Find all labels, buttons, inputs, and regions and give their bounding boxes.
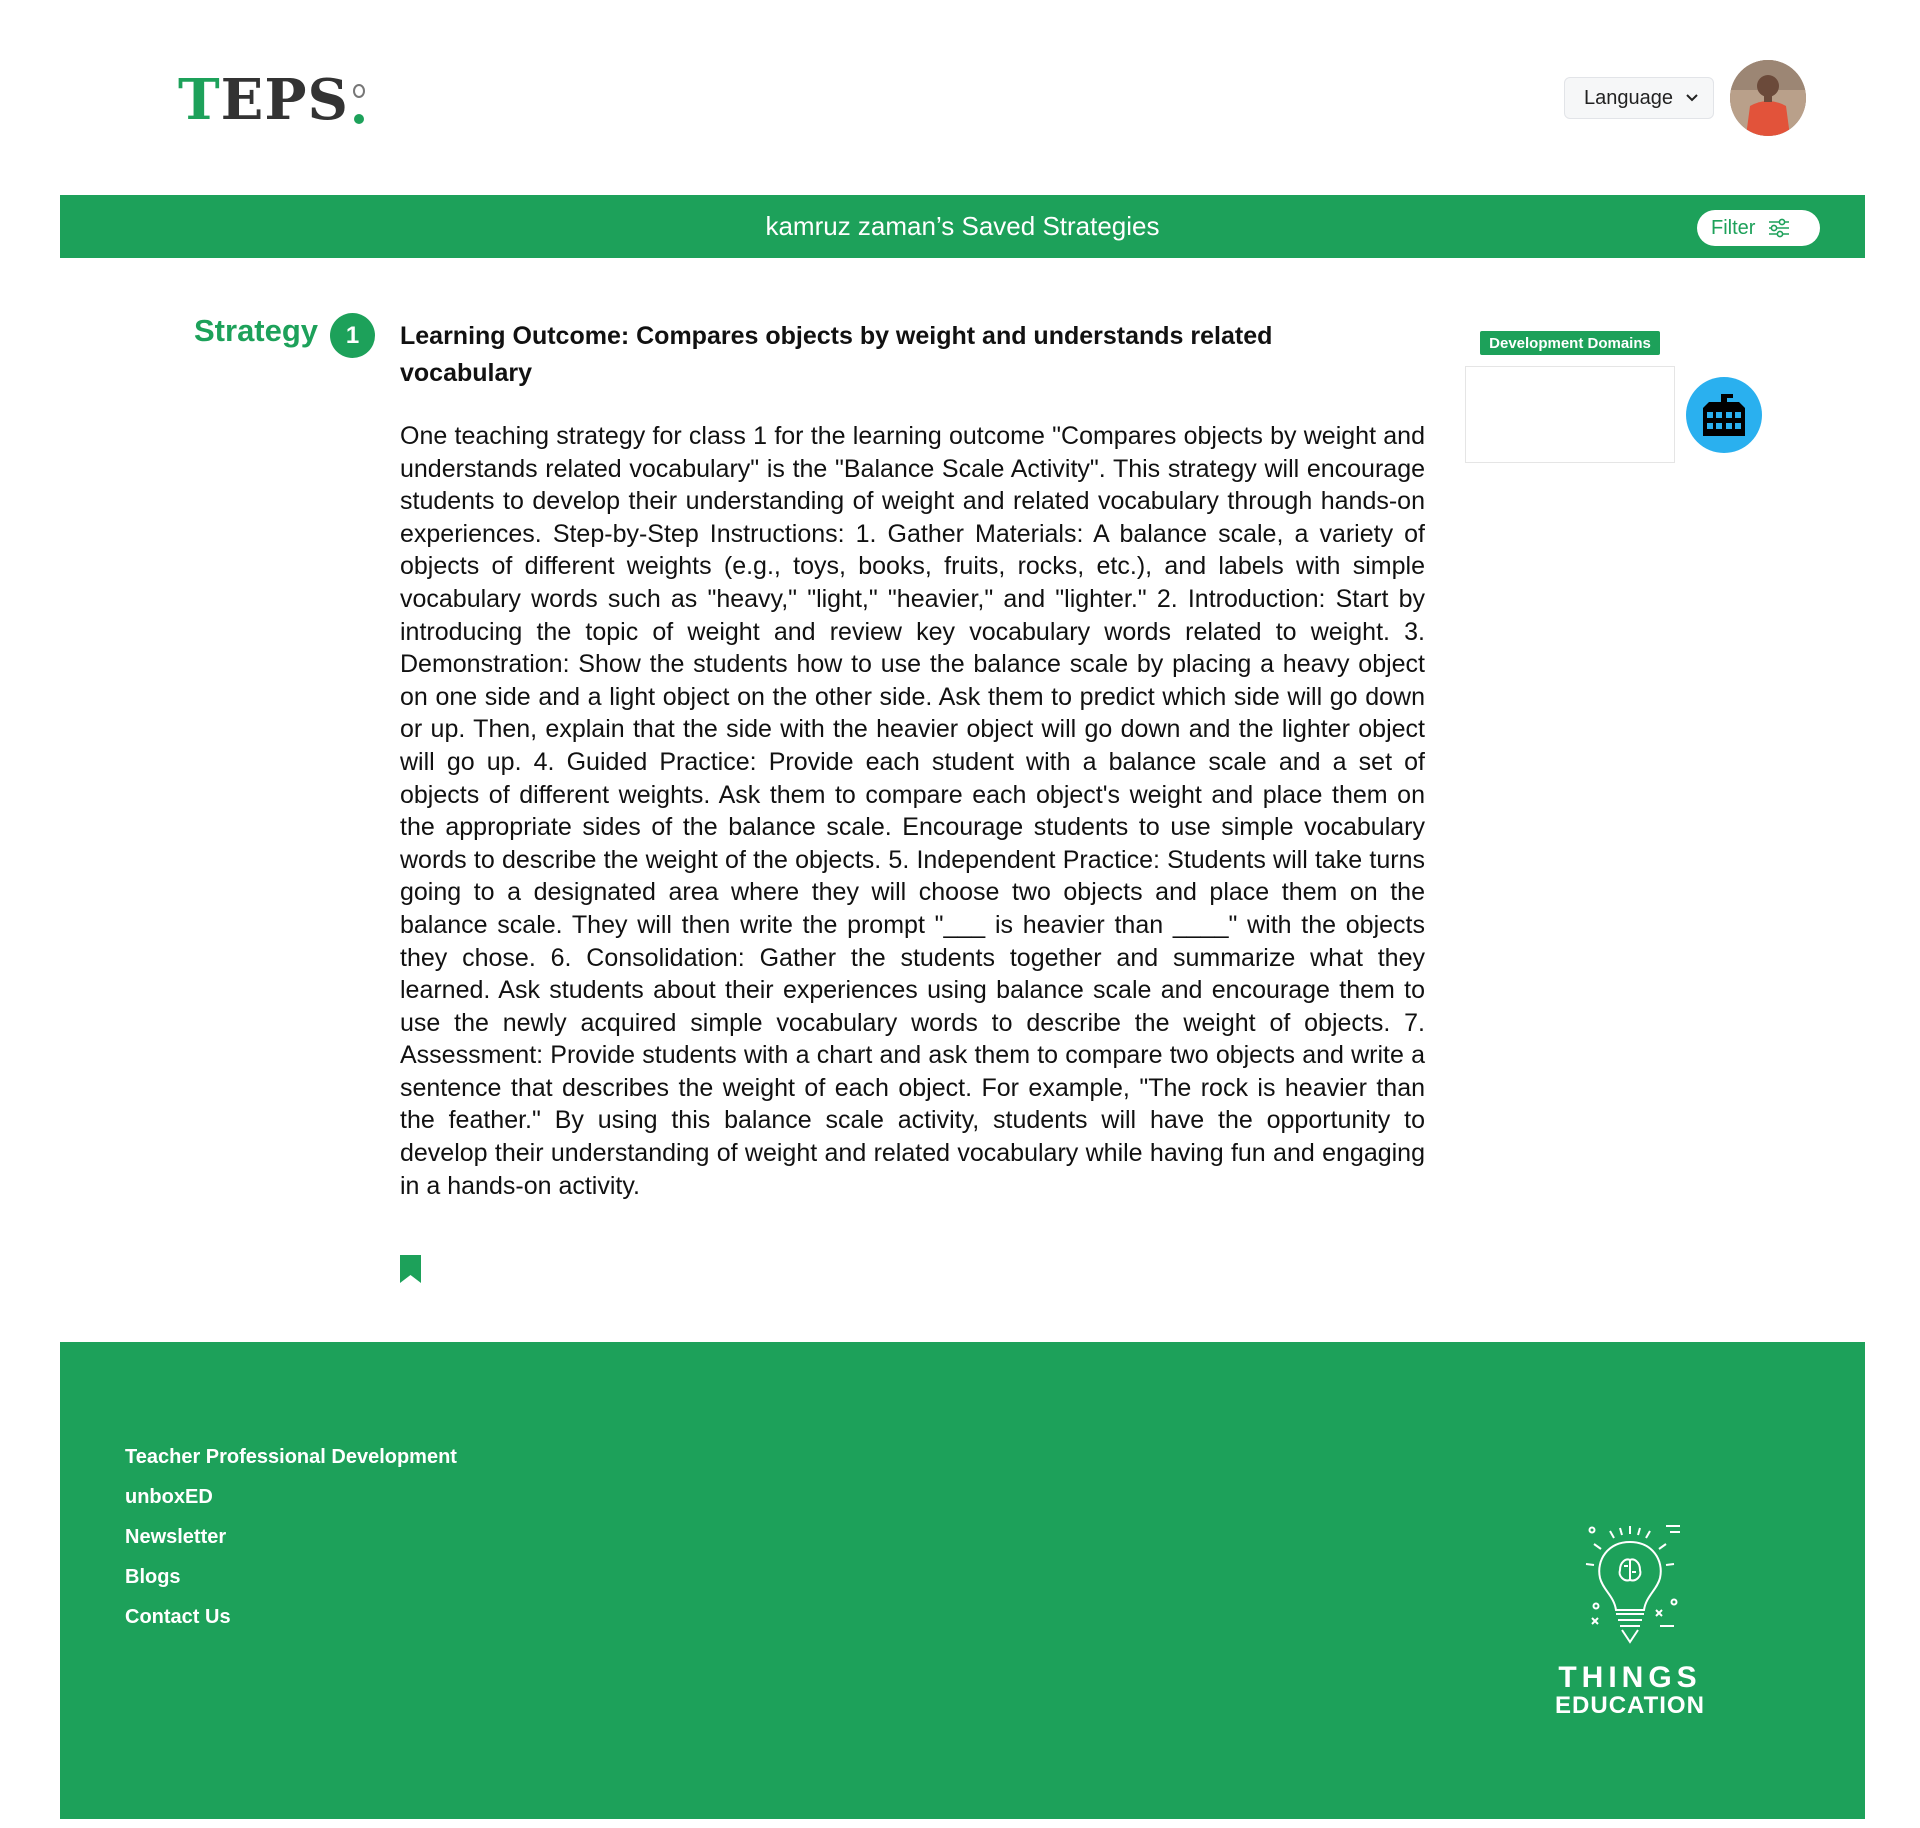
logo-text-rest: EPS (220, 67, 349, 133)
footer-link-blogs[interactable]: Blogs (125, 1557, 457, 1597)
footer: Teacher Professional Development unboxED… (60, 1342, 1865, 1819)
language-select-label: Language (1584, 86, 1673, 109)
footer-links: Teacher Professional Development unboxED… (125, 1437, 457, 1637)
footer-link-unboxed[interactable]: unboxED (125, 1477, 457, 1517)
school-icon[interactable] (1686, 377, 1762, 453)
filter-button[interactable]: Filter (1697, 210, 1820, 246)
logo-text-first: T (178, 67, 221, 133)
teps-logo[interactable]: TEPS (178, 68, 367, 128)
footer-link-teacher-pd[interactable]: Teacher Professional Development (125, 1437, 457, 1477)
lightbulb-brain-icon (1585, 1525, 1680, 1644)
strategy-label: Strategy (194, 313, 319, 348)
page-title: kamruz zaman’s Saved Strategies (765, 211, 1160, 241)
development-domains-badge: Development Domains (1480, 331, 1660, 355)
footer-link-contact-us[interactable]: Contact Us (125, 1597, 457, 1637)
saved-strategies-bar: kamruz zaman’s Saved Strategies Filter (60, 195, 1865, 258)
strategy-description: One teaching strategy for class 1 for th… (400, 422, 1425, 1200)
brand-word-things: THINGS (1558, 1661, 1702, 1694)
bookmark-icon[interactable] (400, 1255, 421, 1283)
logo-bulb-icon (351, 76, 367, 128)
strategy-number-badge: 1 (330, 313, 375, 358)
filter-button-label: Filter (1711, 216, 1756, 239)
language-select[interactable]: Language (1564, 77, 1714, 119)
brand-word-education: EDUCATION (1555, 1692, 1705, 1719)
user-avatar-image (1730, 60, 1806, 136)
chevron-down-icon (1686, 94, 1698, 102)
sliders-icon (1769, 218, 1790, 238)
avatar[interactable] (1730, 60, 1806, 136)
things-education-logo[interactable]: THINGS EDUCATION (1540, 1522, 1720, 1719)
learning-outcome-heading: Learning Outcome: Compares objects by we… (400, 322, 1273, 387)
header: TEPS Language (0, 0, 1920, 195)
footer-link-newsletter[interactable]: Newsletter (125, 1517, 457, 1557)
development-domains-box (1465, 366, 1675, 463)
